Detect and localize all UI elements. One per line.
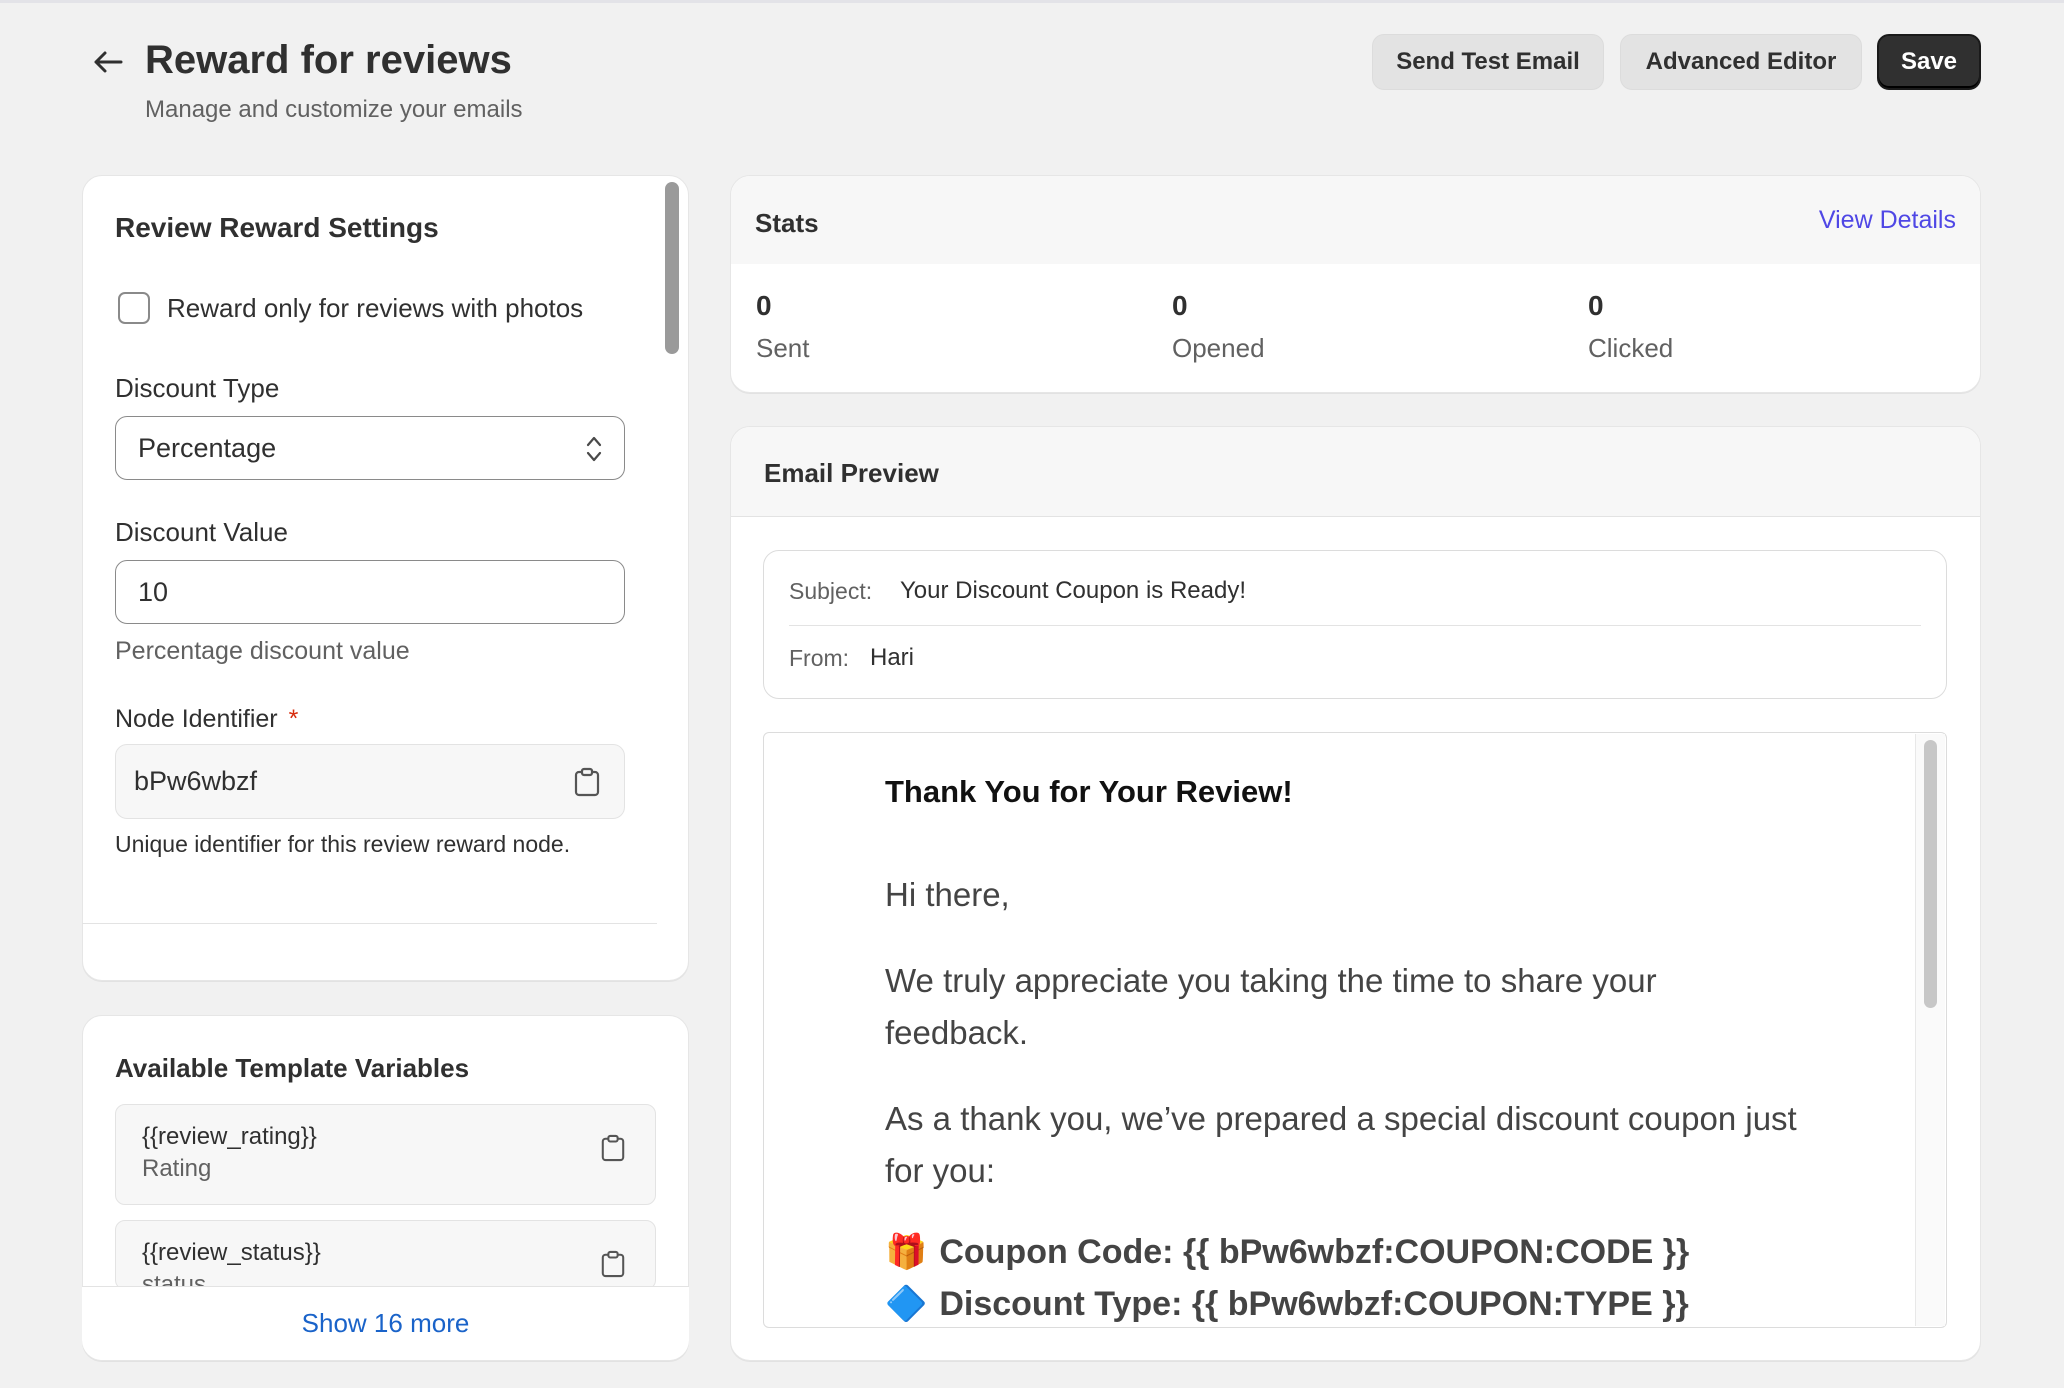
template-variable-item[interactable]: {{review_rating}} Rating — [115, 1104, 656, 1205]
arrow-left-icon — [94, 51, 123, 73]
discount-type-select[interactable]: Percentage — [115, 416, 625, 480]
discount-value-label: Discount Value — [115, 517, 288, 547]
save-button[interactable]: Save — [1877, 34, 1981, 90]
clipboard-icon[interactable] — [600, 1249, 626, 1279]
email-meta-box: Subject: Your Discount Coupon is Ready! … — [763, 550, 1947, 699]
subject-key: Subject: — [789, 578, 873, 604]
node-identifier-field: bPw6wbzf — [115, 744, 625, 819]
email-preview-header: Email Preview — [731, 427, 1980, 517]
top-border — [0, 0, 2064, 3]
node-identifier-label: Node Identifier * — [115, 705, 298, 734]
node-identifier-value: bPw6wbzf — [134, 766, 258, 796]
node-identifier-help: Unique identifier for this review reward… — [115, 831, 571, 857]
show-more-bar: Show 16 more — [82, 1286, 689, 1360]
email-greeting: Hi there, — [885, 876, 1010, 913]
discount-type-label: Discount Type — [115, 373, 280, 403]
required-indicator: * — [288, 705, 299, 733]
discount-value-help: Percentage discount value — [115, 637, 410, 665]
stats-title: Stats — [755, 208, 819, 238]
settings-title: Review Reward Settings — [115, 212, 439, 243]
email-heading: Thank You for Your Review! — [885, 774, 1293, 809]
send-test-email-button[interactable]: Send Test Email — [1372, 34, 1604, 90]
discount-value-text: 10 — [138, 576, 169, 607]
view-details-link[interactable]: View Details — [1819, 206, 1956, 235]
show-more-link[interactable]: Show 16 more — [302, 1308, 470, 1339]
advanced-editor-button[interactable]: Advanced Editor — [1620, 34, 1862, 90]
email-discount-type-line: 🔷 Discount Type: {{ bPw6wbzf:COUPON:TYPE… — [885, 1284, 1689, 1324]
stat-sent-value: 0 — [756, 290, 772, 321]
coupon-code-text: Coupon Code: {{ bPw6wbzf:COUPON:CODE }} — [939, 1232, 1690, 1271]
page-subtitle: Manage and customize your emails — [145, 96, 523, 123]
email-coupon-code-line: 🎁 Coupon Code: {{ bPw6wbzf:COUPON:CODE }… — [885, 1232, 1689, 1272]
stats-header: Stats View Details — [731, 176, 1980, 264]
stat-sent-label: Sent — [756, 333, 810, 363]
from-key: From: — [789, 645, 850, 671]
stat-opened-value: 0 — [1172, 290, 1188, 321]
stat-opened-label: Opened — [1172, 333, 1265, 363]
settings-divider — [82, 923, 657, 924]
clipboard-icon[interactable] — [573, 767, 601, 797]
variable-name: {{review_rating}} — [142, 1123, 317, 1150]
email-body-scrollbar[interactable] — [1924, 740, 1937, 1008]
stats-card: Stats View Details 0 Sent 0 Opened 0 Cli… — [730, 175, 1981, 393]
back-button[interactable] — [86, 42, 130, 82]
page-title: Reward for reviews — [145, 38, 512, 82]
subject-value: Your Discount Coupon is Ready! — [900, 577, 1246, 604]
email-preview-title: Email Preview — [764, 458, 939, 488]
variable-description: Rating — [142, 1155, 212, 1182]
template-variables-title: Available Template Variables — [115, 1053, 470, 1083]
variable-name: {{review_status}} — [142, 1239, 321, 1266]
settings-scrollbar[interactable] — [665, 182, 679, 354]
discount-type-value: Percentage — [138, 432, 277, 463]
stat-clicked-label: Clicked — [1588, 333, 1674, 363]
node-identifier-label-text: Node Identifier — [115, 705, 278, 733]
meta-divider — [789, 625, 1921, 626]
blue-diamond-icon: 🔷 — [885, 1285, 928, 1323]
photos-only-label[interactable]: Reward only for reviews with photos — [167, 293, 583, 324]
chevron-up-down-icon — [586, 436, 602, 462]
email-paragraph-1: We truly appreciate you taking the time … — [885, 962, 1657, 1051]
clipboard-icon[interactable] — [600, 1133, 626, 1163]
email-paragraph-2: As a thank you, we’ve prepared a special… — [885, 1100, 1797, 1189]
from-value: Hari — [870, 644, 915, 671]
photos-only-checkbox[interactable] — [118, 292, 150, 324]
gift-icon: 🎁 — [885, 1233, 928, 1271]
discount-value-input[interactable]: 10 — [115, 560, 625, 624]
template-variable-item[interactable]: {{review_status}} status — [115, 1220, 656, 1290]
discount-type-text: Discount Type: {{ bPw6wbzf:COUPON:TYPE }… — [939, 1284, 1689, 1323]
stat-clicked-value: 0 — [1588, 290, 1604, 321]
